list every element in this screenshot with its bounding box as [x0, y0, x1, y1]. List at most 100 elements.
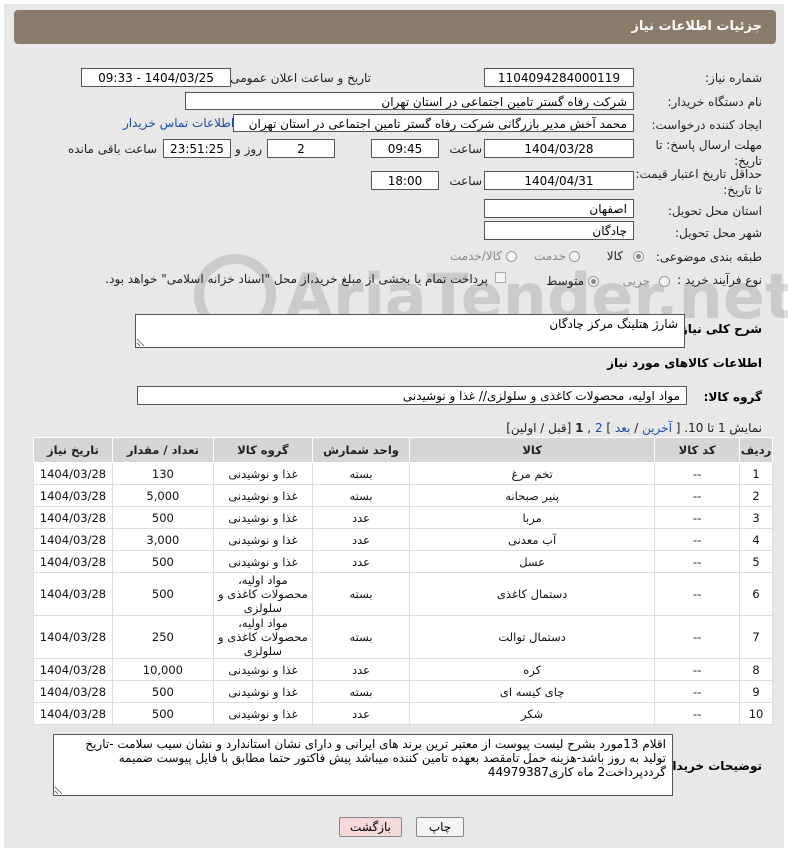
goods-table: ردیف کد کالا کالا واحد شمارش گروه کالا ت…	[33, 437, 773, 725]
city-field: چادگان	[484, 221, 634, 240]
cell-row-number: 9	[739, 680, 773, 703]
cell-goods-name: عسل	[409, 550, 656, 573]
buyer-notes-textarea[interactable]: اقلام 13مورد بشرح لیست پیوست از معتبر تر…	[53, 734, 673, 796]
pagination-prev-first: [قبل / اولین]	[506, 421, 572, 435]
table-row: 7 -- دستمال توالت بسته مواد اولیه، محصولات ک…	[33, 615, 773, 659]
cell-quantity: 130	[111, 462, 214, 485]
cell-goods-group: غذا و نوشیدنی	[212, 484, 313, 507]
cell-quantity: 10,000	[111, 658, 214, 681]
deadline-label: مهلت ارسال پاسخ: تا تاریخ:	[655, 138, 762, 168]
treasury-payment-checkbox[interactable]	[495, 272, 506, 283]
process-medium-radio[interactable]	[588, 276, 599, 287]
cell-goods-name: شکر	[409, 702, 656, 725]
cell-need-date: 1404/03/28	[33, 615, 113, 659]
remaining-label: ساعت باقی مانده	[67, 142, 157, 156]
category-label: طبقه بندی موضوعی:	[655, 250, 762, 264]
table-row: 1 -- تخم مرغ بسته غذا و نوشیدنی 130 1404/03/28	[33, 462, 773, 485]
cell-goods-name: مربا	[409, 506, 656, 529]
cell-need-date: 1404/03/28	[33, 462, 113, 485]
cell-goods-group: مواد اولیه، محصولات کاغذی و سلولزی	[212, 572, 313, 616]
buyer-org-field: شرکت رفاه گستر تامین اجتماعی در استان ته…	[185, 92, 634, 110]
cell-quantity: 500	[111, 572, 214, 616]
cell-unit: عدد	[311, 506, 411, 529]
contact-buyer-link[interactable]: اطلاعات تماس خریدار	[123, 116, 234, 130]
cell-need-date: 1404/03/28	[33, 658, 113, 681]
description-label: شرح کلی نیاز:	[676, 322, 762, 336]
back-button[interactable]: بازگشت	[339, 817, 402, 837]
city-label: شهر محل تحویل:	[675, 226, 762, 240]
cell-goods-group: غذا و نوشیدنی	[212, 550, 313, 573]
cell-need-date: 1404/03/28	[33, 702, 113, 725]
need-number-field: 1104094284000119	[484, 68, 634, 87]
cell-row-number: 3	[739, 506, 773, 529]
col-code-header: کد کالا	[654, 437, 741, 463]
table-row: 3 -- مربا عدد غذا و نوشیدنی 500 1404/03/28	[33, 506, 773, 529]
cell-quantity: 5,000	[111, 484, 214, 507]
category-goods-service-radio[interactable]	[506, 251, 517, 262]
cell-goods-code: --	[654, 550, 741, 573]
cell-quantity: 500	[111, 506, 214, 529]
cell-goods-code: --	[654, 615, 741, 659]
goods-group-label: گروه کالا:	[703, 390, 762, 404]
print-button[interactable]: چاپ	[416, 817, 464, 837]
cell-need-date: 1404/03/28	[33, 550, 113, 573]
cell-quantity: 500	[111, 702, 214, 725]
cell-goods-name: دستمال کاغذی	[409, 572, 656, 616]
cell-row-number: 6	[739, 572, 773, 616]
announce-label: تاریخ و ساعت اعلان عمومی:	[226, 71, 371, 85]
requester-field: محمد آخش مدیر بازرگانی شرکت رفاه گستر تا…	[233, 114, 634, 132]
cell-goods-code: --	[654, 572, 741, 616]
province-field: اصفهان	[484, 199, 634, 218]
validity-date-field: 1404/04/31	[484, 171, 634, 190]
cell-quantity: 500	[111, 680, 214, 703]
cell-goods-group: غذا و نوشیدنی	[212, 506, 313, 529]
cell-goods-name: دستمال توالت	[409, 615, 656, 659]
process-medium-label: متوسط	[546, 274, 584, 288]
cell-goods-name: پنیر صبحانه	[409, 484, 656, 507]
cell-need-date: 1404/03/28	[33, 506, 113, 529]
goods-table-header: ردیف کد کالا کالا واحد شمارش گروه کالا ت…	[33, 437, 773, 463]
remaining-time-field: 23:51:25	[163, 139, 231, 158]
cell-row-number: 10	[739, 702, 773, 725]
col-unit-header: واحد شمارش	[311, 437, 411, 463]
deadline-time-label: ساعت	[449, 142, 482, 156]
pagination-next-link[interactable]: بعد	[615, 421, 630, 435]
cell-goods-code: --	[654, 680, 741, 703]
process-minor-radio[interactable]	[659, 276, 670, 287]
validity-time-label: ساعت	[449, 174, 482, 188]
cell-row-number: 1	[739, 462, 773, 485]
cell-need-date: 1404/03/28	[33, 484, 113, 507]
announce-field: 1404/03/25 - 09:33	[81, 68, 231, 87]
cell-unit: بسته	[311, 572, 411, 616]
days-label: روز و	[235, 142, 262, 156]
description-textarea[interactable]: شارژ هتلینگ مرکز چادگان	[135, 314, 685, 348]
table-row: 2 -- پنیر صبحانه بسته غذا و نوشیدنی 5,000 1404…	[33, 484, 773, 507]
need-number-label: شماره نیاز:	[705, 71, 762, 85]
table-row: 8 -- کره عدد غذا و نوشیدنی 10,000 1404/03/28	[33, 658, 773, 681]
cell-goods-group: غذا و نوشیدنی	[212, 680, 313, 703]
category-service-radio[interactable]	[569, 251, 580, 262]
cell-goods-name: کره	[409, 658, 656, 681]
days-field: 2	[267, 139, 335, 158]
buyer-notes-label: توضیحات خریدار:	[660, 759, 762, 773]
buyer-org-label: نام دستگاه خریدار:	[667, 95, 763, 109]
cell-unit: بسته	[311, 462, 411, 485]
cell-goods-group: غذا و نوشیدنی	[212, 658, 313, 681]
process-minor-label: جزیی	[622, 274, 650, 288]
category-goods-radio[interactable]	[633, 251, 644, 262]
cell-unit: عدد	[311, 702, 411, 725]
table-row: 4 -- آب معدنی عدد غذا و نوشیدنی 3,000 1404/03/…	[33, 528, 773, 551]
cell-unit: بسته	[311, 615, 411, 659]
pagination: نمایش 1 تا 10. [ آخرین / بعد ] 2 , 1 [قب…	[506, 421, 762, 435]
cell-quantity: 500	[111, 550, 214, 573]
cell-need-date: 1404/03/28	[33, 680, 113, 703]
cell-quantity: 3,000	[111, 528, 214, 551]
col-goods-header: کالا	[409, 437, 656, 463]
pagination-page-2-link[interactable]: 2	[595, 421, 603, 435]
pagination-last-link[interactable]: آخرین	[642, 421, 672, 435]
cell-goods-name: تخم مرغ	[409, 462, 656, 485]
col-quantity-header: تعداد / مقدار	[111, 437, 214, 463]
treasury-payment-note: پرداخت تمام یا بخشی از مبلغ خرید،از محل …	[105, 272, 488, 286]
category-goods-service-label: کالا/خدمت	[449, 249, 502, 263]
cell-goods-code: --	[654, 462, 741, 485]
